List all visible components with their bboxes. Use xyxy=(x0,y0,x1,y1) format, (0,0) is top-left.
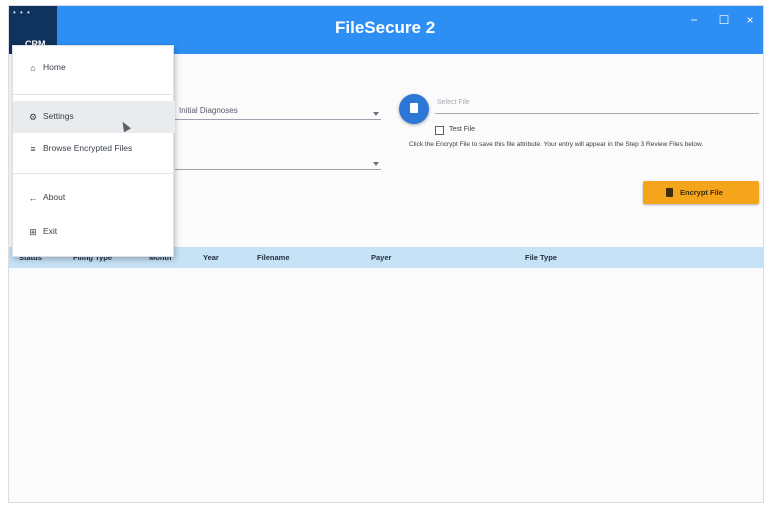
column-header-file-type[interactable]: File Type xyxy=(525,253,557,262)
filing-type-dropdown[interactable]: Initial Diagnoses xyxy=(175,104,381,120)
menu-item-home[interactable]: ⌂ Home xyxy=(13,52,175,84)
menu-item-label: Exit xyxy=(43,226,58,236)
filing-type-value: Initial Diagnoses xyxy=(179,106,238,115)
exit-icon: ⊞ xyxy=(29,227,37,237)
file-icon xyxy=(410,103,418,113)
menu-item-label: Home xyxy=(43,62,66,72)
menu-item-about[interactable]: ← About xyxy=(13,182,175,214)
menu-divider xyxy=(13,94,175,95)
payer-dropdown[interactable] xyxy=(175,154,381,170)
home-icon: ⌂ xyxy=(30,63,36,73)
chevron-down-icon xyxy=(373,112,379,116)
menu-item-label: Settings xyxy=(43,111,74,121)
table-body xyxy=(9,268,763,502)
gear-icon: ⚙ xyxy=(28,112,38,122)
test-file-checkbox[interactable] xyxy=(435,126,444,135)
menu-item-settings[interactable]: ⚙ Settings xyxy=(13,101,175,133)
select-file-field[interactable]: Select File xyxy=(435,98,759,114)
list-icon: ≡ xyxy=(30,144,36,154)
menu-item-label: Browse Encrypted Files xyxy=(43,143,133,153)
minimize-button[interactable]: − xyxy=(685,12,703,28)
column-header-payer[interactable]: Payer xyxy=(371,253,391,262)
close-button[interactable]: × xyxy=(741,12,759,28)
encrypt-file-label: Encrypt File xyxy=(680,188,723,197)
navigation-menu: ⌂ Home ⚙ Settings ≡ Browse Encrypted Fil… xyxy=(12,45,175,257)
menu-divider xyxy=(13,173,175,174)
column-header-filename[interactable]: Filename xyxy=(257,253,290,262)
select-file-button[interactable] xyxy=(399,94,429,124)
back-arrow-icon: ← xyxy=(28,193,38,203)
select-file-placeholder: Select File xyxy=(437,99,470,106)
menu-item-exit[interactable]: ⊞ Exit xyxy=(13,216,175,248)
app-window: • • • CRM FileSecure 2 − ☐ × Initial Dia… xyxy=(8,5,764,503)
menu-item-browse-encrypted-files[interactable]: ≡ Browse Encrypted Files xyxy=(13,133,175,165)
instruction-text: Click the Encrypt File to save this file… xyxy=(409,141,704,148)
menu-item-label: About xyxy=(43,192,66,202)
maximize-button[interactable]: ☐ xyxy=(715,12,733,28)
app-title: FileSecure 2 xyxy=(335,18,436,37)
encrypt-file-button[interactable]: Encrypt File xyxy=(643,181,759,204)
logo-dots: • • • xyxy=(13,8,31,17)
chevron-down-icon xyxy=(373,162,379,166)
test-file-label: Test File xyxy=(449,126,476,133)
column-header-year[interactable]: Year xyxy=(203,253,219,262)
file-icon xyxy=(666,188,673,197)
